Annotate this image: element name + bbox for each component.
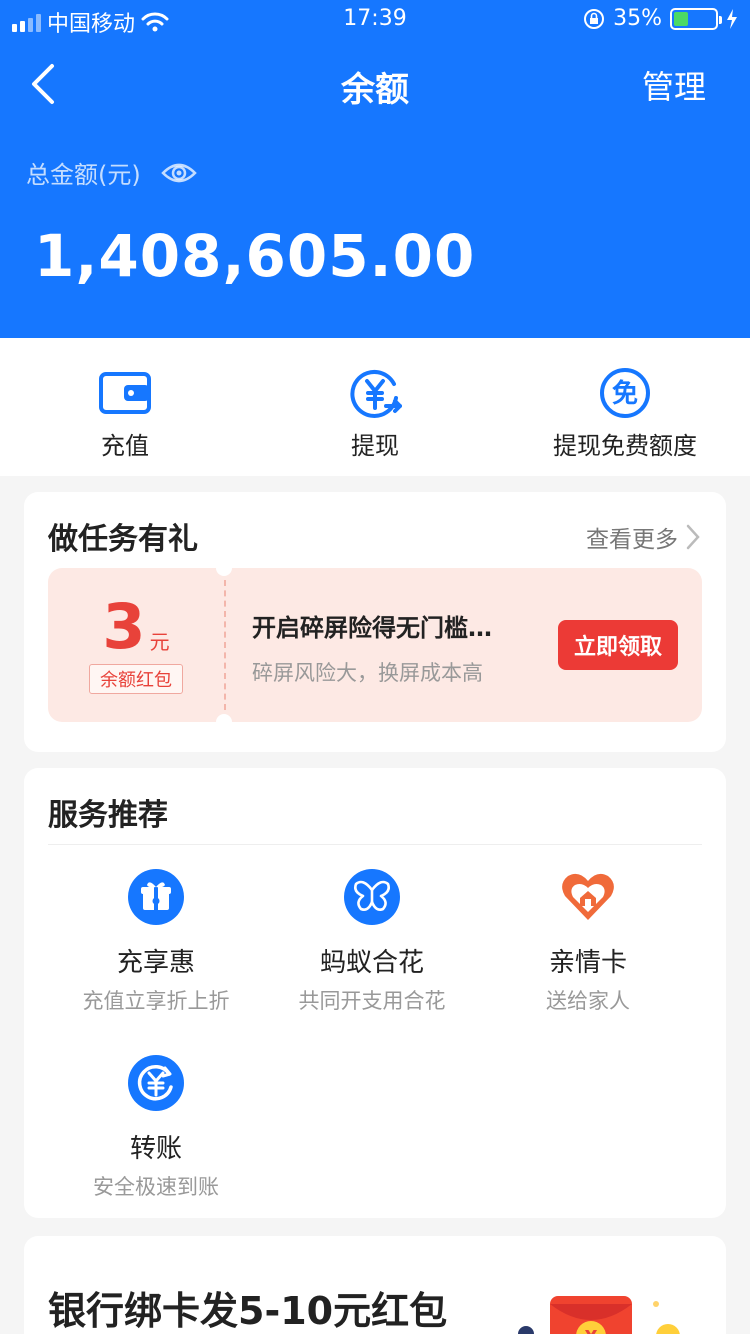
coupon-value: 3 元 余额红包: [48, 568, 224, 722]
divider: [48, 844, 702, 845]
service-item-hehua[interactable]: 蚂蚁合花 共同开支用合花: [262, 868, 482, 1015]
service-name: 充享惠: [116, 948, 195, 978]
service-desc: 充值立享折上折: [82, 989, 230, 1013]
service-name: 转账: [129, 1134, 182, 1164]
transfer-yuan-icon: [128, 1055, 184, 1111]
eye-icon[interactable]: [160, 158, 197, 188]
recharge-button[interactable]: 充值: [0, 338, 250, 476]
task-title: 做任务有礼: [48, 522, 198, 557]
balance-label-row: 总金额(元): [26, 155, 197, 190]
coupon-notch-bottom: [216, 714, 232, 730]
coupon-amount: 3: [102, 590, 146, 663]
withdraw-label: 提现: [351, 432, 399, 460]
free-icon: 免: [600, 368, 650, 418]
chevron-left-icon: [32, 64, 54, 104]
balance-amount: 1,408,605.00: [34, 222, 476, 290]
service-title: 服务推荐: [48, 798, 168, 833]
battery-icon: [670, 7, 722, 30]
service-item-qinqingka[interactable]: 亲情卡 送给家人: [478, 868, 698, 1015]
balance-label: 总金额(元): [26, 161, 141, 189]
bank-promo-title: 银行绑卡发5-10元红包: [48, 1289, 448, 1333]
red-envelope-icon: ¥: [518, 1296, 680, 1334]
heart-home-icon: [562, 873, 614, 920]
recharge-label: 充值: [101, 432, 149, 460]
claim-button[interactable]: 立即领取: [558, 620, 678, 670]
task-card: 做任务有礼 查看更多 3 元 余额红包 开启碎屏险得无门槛… 碎屏风险大，换屏成…: [24, 492, 726, 752]
back-button[interactable]: [28, 62, 68, 106]
coupon-notch-top: [216, 560, 232, 576]
butterfly-icon: [344, 869, 400, 925]
view-more-link[interactable]: 查看更多: [586, 520, 700, 554]
charging-icon: [727, 8, 737, 29]
service-item-zhuanzhang[interactable]: 转账 安全极速到账: [46, 1054, 266, 1201]
coupon-subtitle: 碎屏风险大，换屏成本高: [252, 661, 483, 685]
service-name: 亲情卡: [548, 948, 627, 978]
service-card: 服务推荐 充享惠 充值立享折上折 蚂蚁合花 共同开支用合花 亲情卡 送给家人 转…: [24, 768, 726, 1218]
coupon-divider: [224, 580, 226, 710]
service-desc: 共同开支用合花: [298, 989, 446, 1013]
service-item-chongxianghui[interactable]: 充享惠 充值立享折上折: [46, 868, 266, 1015]
balance-header: 中国移动 17:39 35% 余额 管理 总金额(元) 1,408,605.00: [0, 0, 750, 338]
withdraw-button[interactable]: 提现: [250, 338, 500, 476]
svg-text:免: 免: [612, 378, 638, 409]
gift-icon: [128, 869, 184, 925]
yuan-withdraw-icon: [350, 369, 402, 418]
svg-text:¥: ¥: [585, 1327, 598, 1334]
free-quota-label: 提现免费额度: [553, 432, 697, 460]
action-row: 充值 提现 免 提现免费额度: [0, 338, 750, 476]
coupon-unit: 元: [149, 630, 170, 654]
wallet-icon: [99, 372, 151, 414]
service-desc: 送给家人: [546, 989, 630, 1013]
coupon-tag: 余额红包: [89, 664, 183, 694]
manage-button[interactable]: 管理: [642, 62, 706, 108]
free-quota-button[interactable]: 免 提现免费额度: [500, 338, 750, 476]
status-bar: 中国移动 17:39 35%: [0, 0, 750, 40]
page-title: 余额: [341, 70, 409, 110]
service-desc: 安全极速到账: [93, 1175, 219, 1199]
rotation-lock-icon: [584, 8, 605, 29]
bank-promo-card[interactable]: 银行绑卡发5-10元红包 ¥: [24, 1236, 726, 1334]
coupon-title: 开启碎屏险得无门槛…: [252, 614, 492, 642]
coupon-card[interactable]: 3 元 余额红包 开启碎屏险得无门槛… 碎屏风险大，换屏成本高 立即领取: [48, 560, 702, 730]
chevron-right-icon: [686, 524, 700, 550]
battery-percent: 35%: [613, 6, 662, 31]
nav-bar: 余额 管理: [0, 44, 750, 124]
view-more-label: 查看更多: [586, 527, 678, 553]
service-name: 蚂蚁合花: [319, 948, 424, 978]
